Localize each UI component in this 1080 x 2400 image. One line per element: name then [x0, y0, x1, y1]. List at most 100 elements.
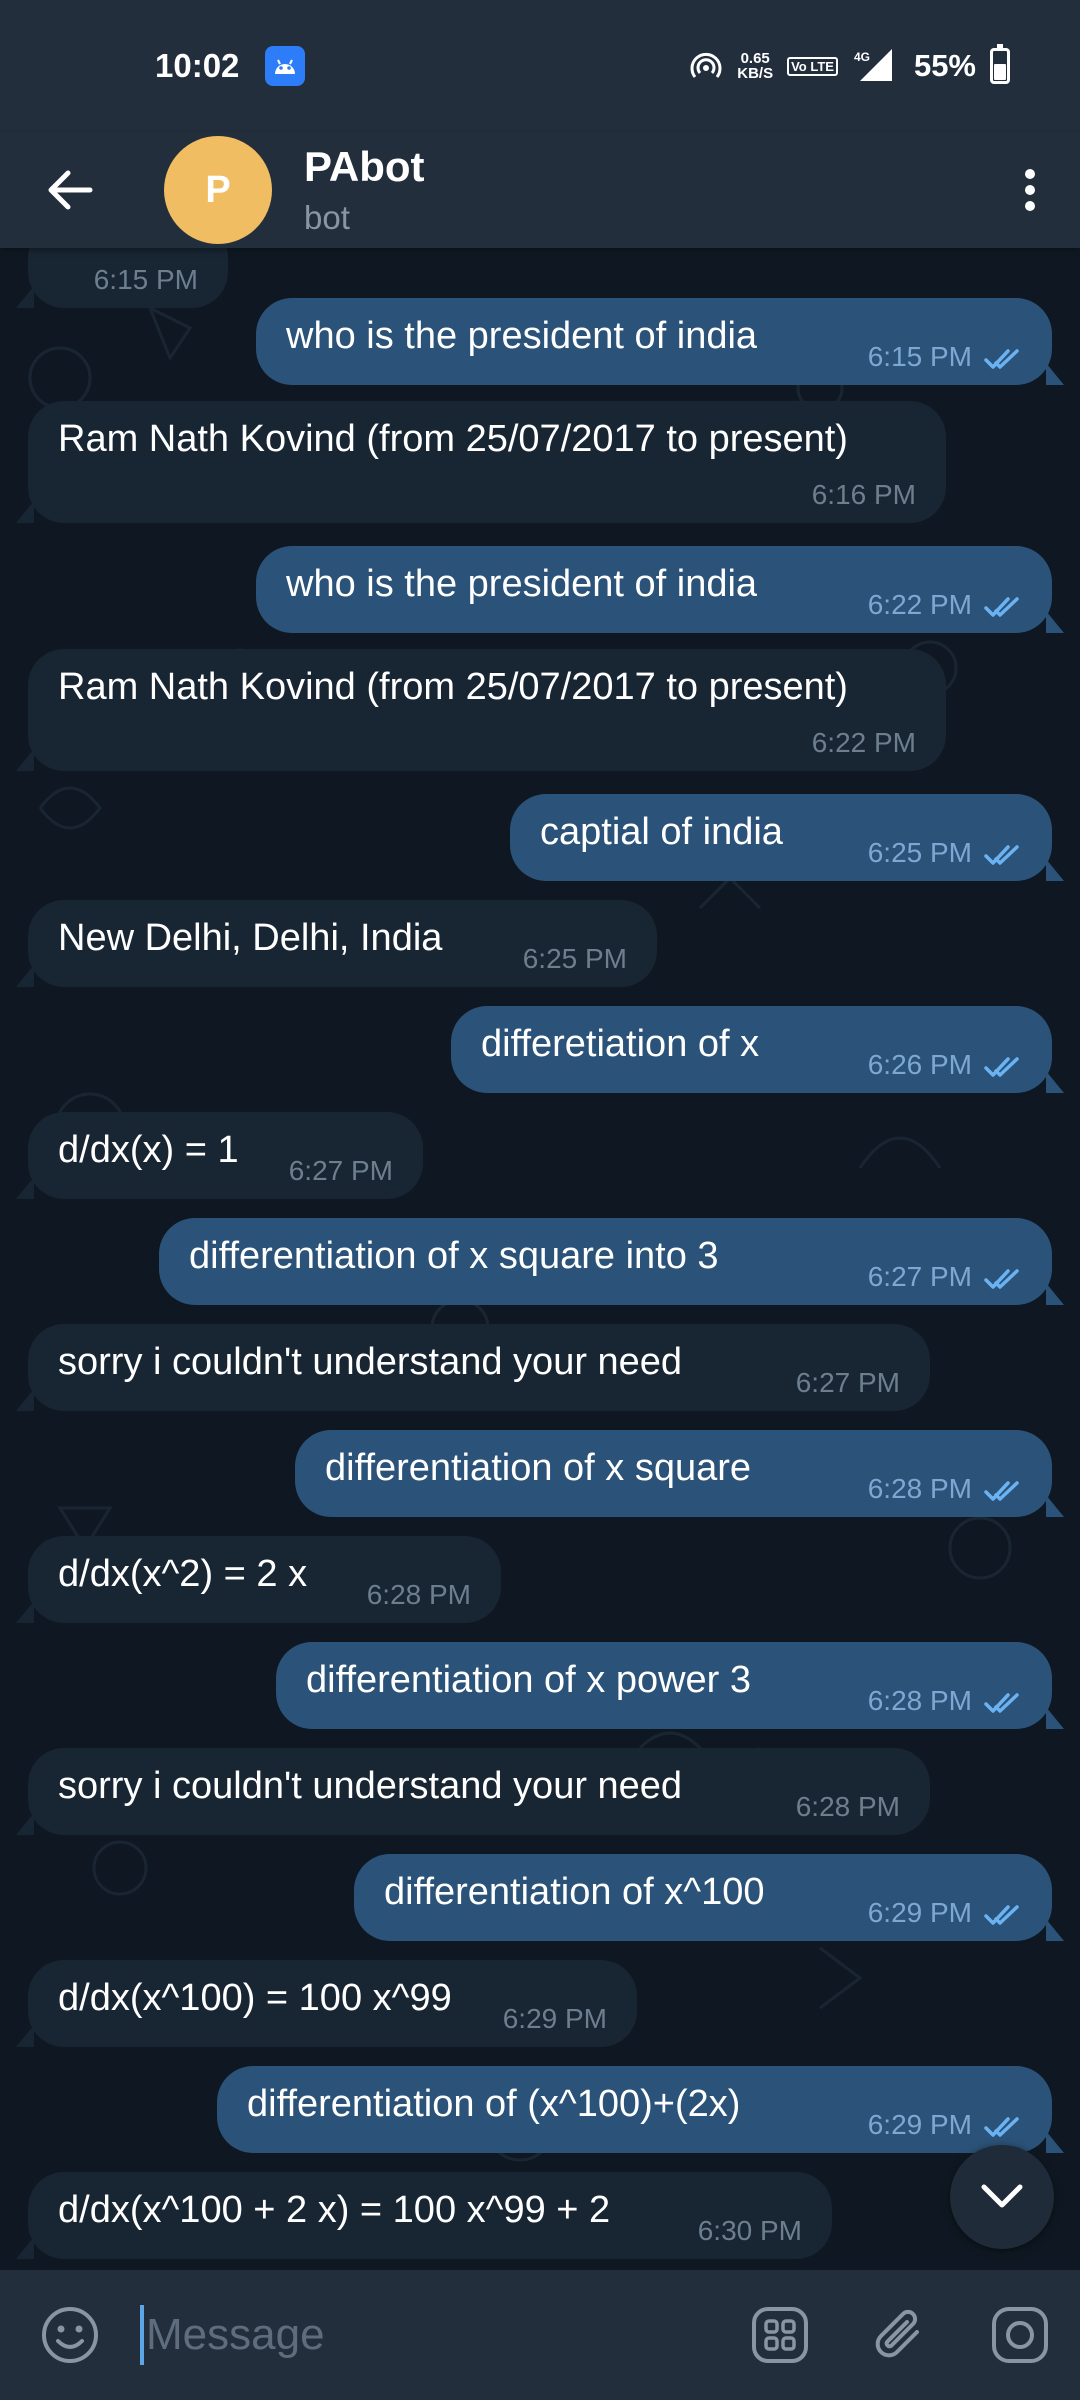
message-text: who is the president of india — [286, 315, 758, 357]
back-button[interactable] — [0, 132, 140, 248]
outgoing-message[interactable]: differentiation of x square into 3 6:27 P… — [159, 1218, 1064, 1305]
message-text: d/dx(x^2) = 2 x — [58, 1553, 308, 1595]
message-text: d/dx(x) = 1 — [58, 1129, 239, 1171]
battery-percent: 55% — [913, 48, 976, 83]
outgoing-message[interactable]: differentiation of x^100 6:29 PM — [354, 1854, 1064, 1941]
outgoing-message[interactable]: differentiation of x square 6:28 PM — [295, 1430, 1064, 1517]
message-time: 6:16 PM — [811, 479, 916, 510]
status-indicators: 0.65 KB/S Vo LTE 4G 55% — [689, 44, 1010, 84]
message-time: 6:27 PM — [867, 1261, 972, 1292]
net-speed: 0.65 KB/S — [737, 51, 773, 81]
message-text: who is the president of india — [286, 563, 758, 605]
message-text: d/dx(x^100 + 2 x) = 100 x^99 + 2 — [58, 2189, 611, 2231]
grid-icon — [752, 2307, 808, 2363]
message-text: differetiation of x — [481, 1023, 760, 1065]
message-text: sorry i couldn't understand your need — [58, 1765, 683, 1807]
hotspot-icon — [690, 52, 722, 78]
battery-icon — [990, 44, 1010, 84]
emoji-button[interactable] — [0, 2270, 140, 2400]
message-text: sorry i couldn't understand your need — [58, 1341, 683, 1383]
message-time: 6:25 PM — [867, 837, 972, 868]
incoming-message[interactable]: Ram Nath Kovind (from 25/07/2017 to pres… — [16, 649, 946, 771]
incoming-message[interactable]: d/dx(x^100) = 100 x^99 6:29 PM — [16, 1960, 637, 2047]
double-check-icon — [984, 1905, 1019, 1925]
message-time: 6:25 PM — [522, 943, 627, 974]
status-bar: 10:02 0.65 KB/S Vo LTE 4G 55% — [0, 0, 1080, 132]
double-check-icon — [984, 597, 1019, 617]
message-time: 6:29 PM — [502, 2003, 607, 2034]
double-check-icon — [984, 1481, 1019, 1501]
message-time: 6:28 PM — [366, 1579, 471, 1610]
android-notification-icon — [265, 46, 306, 86]
message-text: Ram Nath Kovind (from 25/07/2017 to pres… — [58, 418, 848, 460]
net-speed-unit: KB/S — [737, 65, 774, 82]
outgoing-message[interactable]: who is the president of india 6:15 PM — [256, 298, 1064, 385]
attach-button[interactable] — [840, 2270, 960, 2400]
message-time: 6:28 PM — [867, 1473, 972, 1504]
message-time: 6:27 PM — [795, 1367, 900, 1398]
volte-badge: Vo LTE — [787, 56, 838, 76]
double-check-icon — [984, 1269, 1019, 1289]
message-text: differentiation of x^100 — [384, 1871, 765, 1913]
battery-level — [994, 63, 1006, 80]
outgoing-message[interactable]: captial of india 6:25 PM — [510, 794, 1064, 881]
message-input[interactable] — [146, 2310, 646, 2360]
avatar[interactable]: P — [164, 136, 272, 244]
message-time: 6:15 PM — [867, 341, 972, 372]
smile-icon — [42, 2307, 98, 2363]
signal-icon: 4G — [854, 49, 892, 81]
chat-header: P PAbot bot — [0, 132, 1080, 248]
double-check-icon — [984, 2117, 1019, 2137]
message-list[interactable]: 6:15 PM who is the president of india 6:15… — [0, 248, 1080, 2270]
chevron-down-icon — [981, 2184, 1023, 2208]
message-text: differentiation of (x^100)+(2x) — [247, 2083, 741, 2125]
message-text: Ram Nath Kovind (from 25/07/2017 to pres… — [58, 666, 848, 708]
incoming-message[interactable]: d/dx(x^2) = 2 x 6:28 PM — [16, 1536, 501, 1623]
outgoing-message[interactable]: differentiation of (x^100)+(2x) 6:29 PM — [217, 2066, 1064, 2153]
message-time: 6:28 PM — [867, 1685, 972, 1716]
double-check-icon — [984, 845, 1019, 865]
message-time: 6:26 PM — [867, 1049, 972, 1080]
incoming-message[interactable]: 6:15 PM — [16, 248, 228, 308]
incoming-message[interactable]: d/dx(x) = 1 6:27 PM — [16, 1112, 423, 1199]
message-time: 6:22 PM — [811, 727, 916, 758]
incoming-message[interactable]: sorry i couldn't understand your need 6:2… — [16, 1324, 930, 1411]
message-text: differentiation of x square — [325, 1447, 752, 1489]
outgoing-message[interactable]: who is the president of india 6:22 PM — [256, 546, 1064, 633]
chat-title: PAbot — [304, 143, 425, 190]
message-time: 6:30 PM — [697, 2215, 802, 2246]
double-check-icon — [984, 349, 1019, 369]
network-type: 4G — [854, 50, 870, 64]
camera-icon — [992, 2307, 1048, 2363]
net-speed-value: 0.65 — [740, 50, 770, 67]
composer — [0, 2270, 1080, 2400]
double-check-icon — [984, 1057, 1019, 1077]
incoming-message[interactable]: New Delhi, Delhi, India 6:25 PM — [16, 900, 657, 987]
paperclip-icon — [875, 2309, 919, 2358]
bot-commands-button[interactable] — [720, 2270, 840, 2400]
arrow-left-icon — [48, 170, 93, 210]
double-check-icon — [984, 1693, 1019, 1713]
incoming-message[interactable]: d/dx(x^100 + 2 x) = 100 x^99 + 2 6:30 PM — [16, 2172, 832, 2259]
text-cursor — [140, 2305, 144, 2365]
incoming-message[interactable]: Ram Nath Kovind (from 25/07/2017 to pres… — [16, 401, 946, 523]
outgoing-message[interactable]: differentiation of x power 3 6:28 PM — [276, 1642, 1064, 1729]
chat-subtitle: bot — [304, 199, 350, 236]
outgoing-message[interactable]: differetiation of x 6:26 PM — [451, 1006, 1064, 1093]
message-field[interactable] — [140, 2270, 720, 2400]
message-time: 6:28 PM — [795, 1791, 900, 1822]
message-time: 6:15 PM — [93, 264, 198, 295]
message-text: differentiation of x power 3 — [306, 1659, 752, 1701]
message-time: 6:29 PM — [867, 1897, 972, 1928]
message-text: differentiation of x square into 3 — [189, 1235, 719, 1277]
message-time: 6:29 PM — [867, 2109, 972, 2140]
incoming-message[interactable]: sorry i couldn't understand your need 6:2… — [16, 1748, 930, 1835]
message-text: New Delhi, Delhi, India — [58, 917, 443, 959]
more-vertical-icon — [1025, 169, 1035, 211]
camera-button[interactable] — [960, 2270, 1080, 2400]
scroll-down-button[interactable] — [950, 2145, 1054, 2249]
chat-title-block[interactable]: PAbot bot — [304, 143, 425, 237]
status-time: 10:02 — [155, 47, 240, 84]
more-menu-button[interactable] — [980, 132, 1080, 248]
message-text: d/dx(x^100) = 100 x^99 — [58, 1977, 452, 2019]
